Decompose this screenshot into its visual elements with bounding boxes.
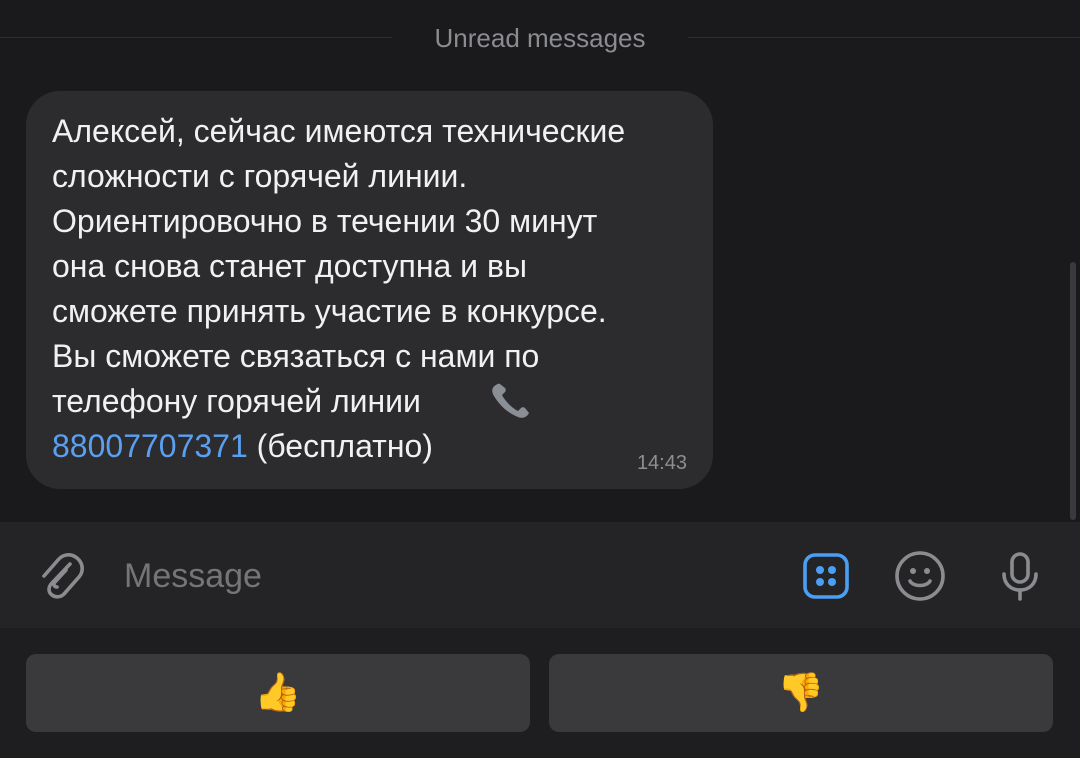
telephone-receiver-icon <box>492 383 529 418</box>
message-time: 14:43 <box>636 452 687 474</box>
smile-icon[interactable] <box>894 550 946 602</box>
message-text: Алексей, сейчас имеются технические слож… <box>52 113 626 419</box>
thumbs-up-icon: 👍 <box>254 672 302 714</box>
chat-area[interactable]: Unread messages Алексей, сейчас имеются … <box>0 0 1080 522</box>
incoming-message-bubble[interactable]: Алексей, сейчас имеются технические слож… <box>26 91 713 489</box>
scrollbar[interactable] <box>1070 262 1076 520</box>
message-composer <box>0 522 1080 628</box>
message-input[interactable] <box>124 552 764 600</box>
message-phone-line: 88007707371 (бесплатно) <box>52 424 433 469</box>
bot-keyboard-icon[interactable] <box>800 550 852 602</box>
unread-divider: Unread messages <box>0 0 1080 76</box>
thumbs-down-icon: 👎 <box>777 672 825 714</box>
phone-note: (бесплатно) <box>247 428 433 464</box>
thumbs-down-button[interactable]: 👎 <box>549 654 1053 732</box>
unread-divider-label: Unread messages <box>434 23 646 53</box>
divider-line-right <box>688 37 1080 38</box>
reply-keyboard: 👍 👎 <box>0 628 1080 758</box>
thumbs-up-button[interactable]: 👍 <box>26 654 530 732</box>
microphone-icon[interactable] <box>994 550 1046 602</box>
divider-line-left <box>0 37 392 38</box>
phone-number-link[interactable]: 88007707371 <box>52 428 248 464</box>
paperclip-icon[interactable] <box>34 550 86 602</box>
